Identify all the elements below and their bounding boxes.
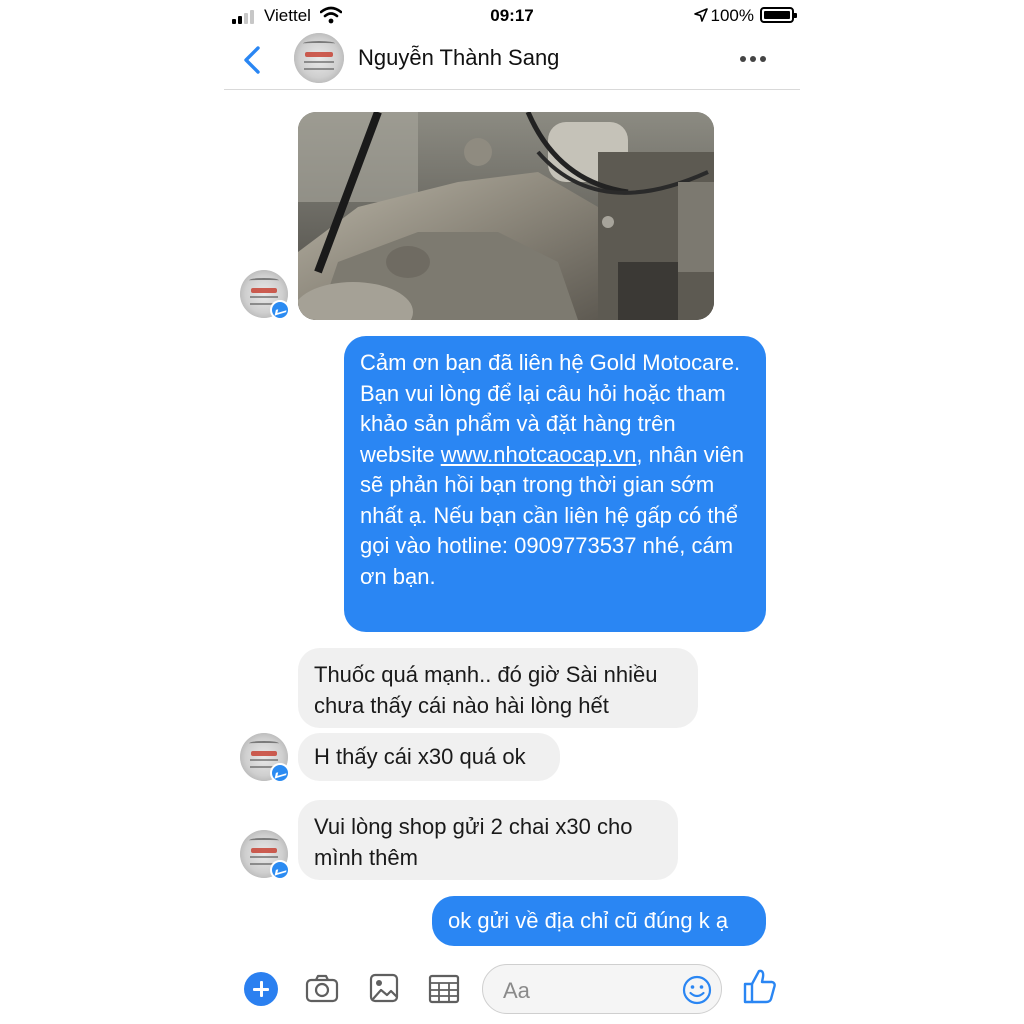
website-link[interactable]: www.nhotcaocap.vn — [441, 442, 637, 467]
plus-icon[interactable] — [244, 972, 278, 1006]
battery-icon — [760, 7, 797, 23]
outgoing-message: Cảm ơn bạn đã liên hệ Gold Motocare. Bạn… — [344, 336, 766, 632]
outgoing-message: ok gửi về địa chỉ cũ đúng k ạ — [432, 896, 766, 946]
message-text: H thấy cái x30 quá ok — [314, 744, 526, 769]
battery-percentage: 100% — [710, 6, 754, 25]
message-text: ok gửi về địa chỉ cũ đúng k ạ — [448, 908, 729, 933]
message-input[interactable]: Aa — [482, 964, 722, 1014]
message-composer: Aa — [224, 950, 800, 1024]
engine-photo[interactable] — [298, 112, 714, 320]
messenger-badge-icon — [270, 300, 290, 320]
incoming-message: Vui lòng shop gửi 2 chai x30 cho mình th… — [298, 800, 678, 880]
camera-icon[interactable] — [304, 970, 340, 1006]
conversation-header: Nguyễn Thành Sang — [224, 30, 800, 90]
back-chevron-icon[interactable] — [238, 40, 268, 80]
message-text: Vui lòng shop gửi 2 chai x30 cho mình th… — [314, 814, 633, 870]
message-text: Thuốc quá mạnh.. đó giờ Sài nhiều chưa t… — [314, 662, 658, 718]
more-options-icon[interactable] — [740, 48, 770, 68]
gallery-icon[interactable] — [366, 970, 402, 1006]
incoming-message: H thấy cái x30 quá ok — [298, 733, 560, 781]
contact-name[interactable]: Nguyễn Thành Sang — [358, 45, 559, 71]
status-bar: Viettel 09:17 100% — [224, 0, 800, 30]
messenger-badge-icon — [270, 763, 290, 783]
incoming-message: Thuốc quá mạnh.. đó giờ Sài nhiều chưa t… — [298, 648, 698, 728]
sticker-grid-icon[interactable] — [426, 970, 462, 1006]
message-input-placeholder: Aa — [503, 978, 530, 1003]
location-arrow-icon — [694, 8, 708, 22]
emoji-icon[interactable] — [681, 974, 713, 1006]
messenger-badge-icon — [270, 860, 290, 880]
messenger-screen: Viettel 09:17 100% Nguyễn Thành Sang Cảm… — [224, 0, 800, 1024]
engine-image-art — [298, 112, 714, 320]
contact-avatar[interactable] — [294, 33, 344, 83]
thumbs-up-icon[interactable] — [742, 966, 778, 1006]
